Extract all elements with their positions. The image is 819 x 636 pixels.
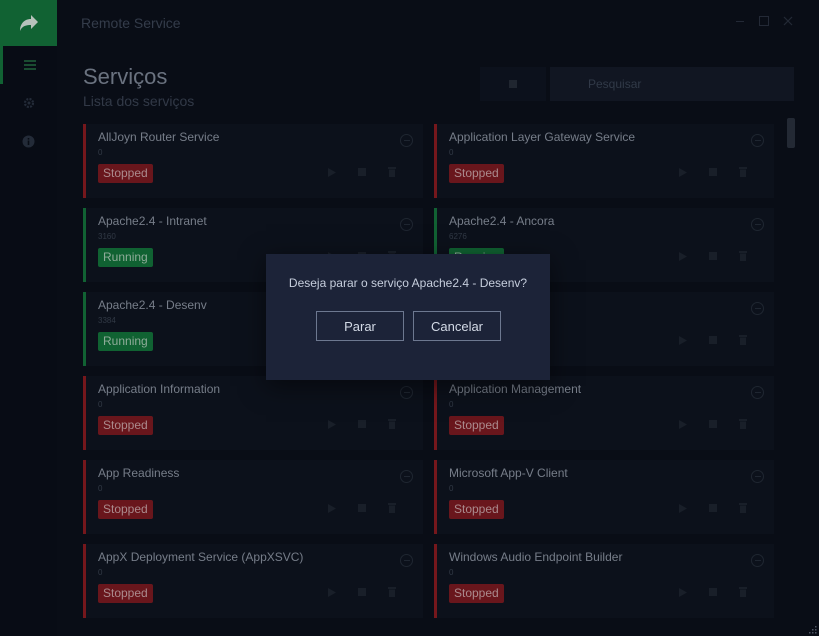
cancel-button[interactable]: Cancelar (413, 311, 501, 341)
dialog-message: Deseja parar o serviço Apache2.4 - Desen… (288, 276, 528, 290)
confirm-dialog: Deseja parar o serviço Apache2.4 - Desen… (266, 254, 550, 380)
stop-confirm-button[interactable]: Parar (316, 311, 404, 341)
